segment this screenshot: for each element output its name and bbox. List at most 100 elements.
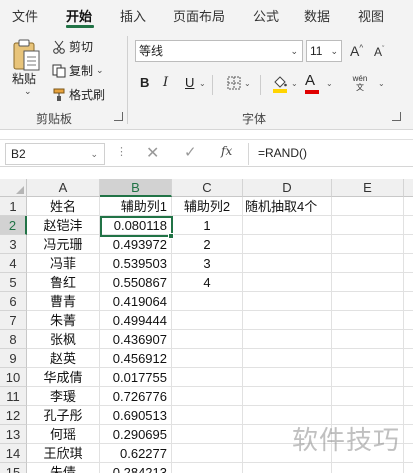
enter-icon[interactable]: ✓ <box>184 143 197 161</box>
cell-a-9[interactable]: 赵英 <box>27 349 100 368</box>
copy-dropdown-icon[interactable]: ⌄ <box>96 65 104 76</box>
cell-e-5[interactable] <box>332 273 404 292</box>
cell-b-10[interactable]: 0.017755 <box>100 368 172 387</box>
cell-c-12[interactable] <box>172 406 243 425</box>
cell-a-12[interactable]: 孔子彤 <box>27 406 100 425</box>
column-header-c[interactable]: C <box>172 179 243 197</box>
cell-b-4[interactable]: 0.539503 <box>100 254 172 273</box>
cell-c-6[interactable] <box>172 292 243 311</box>
cell-d-15[interactable] <box>243 463 332 473</box>
cell-b-3[interactable]: 0.493972 <box>100 235 172 254</box>
copy-button[interactable]: 复制 ⌄ <box>52 62 104 79</box>
cell-c-13[interactable] <box>172 425 243 444</box>
bold-button[interactable]: B <box>140 75 149 90</box>
cell-d-9[interactable] <box>243 349 332 368</box>
cell-a-8[interactable]: 张枫 <box>27 330 100 349</box>
borders-dropdown-icon[interactable]: ⌄ <box>244 79 251 88</box>
shrink-font-button[interactable]: Aˇ <box>374 45 384 59</box>
cell-c-14[interactable] <box>172 444 243 463</box>
cell-c-9[interactable] <box>172 349 243 368</box>
cell-d-3[interactable] <box>243 235 332 254</box>
cell-b-15[interactable]: 0.284213 <box>100 463 172 473</box>
cell-b-8[interactable]: 0.436907 <box>100 330 172 349</box>
cell-c-4[interactable]: 3 <box>172 254 243 273</box>
tab-insert[interactable]: 插入 <box>120 6 146 25</box>
row-header[interactable]: 14 <box>0 444 27 463</box>
cell-e-6[interactable] <box>332 292 404 311</box>
cell-b-1[interactable]: 辅助列1 <box>100 197 172 216</box>
row-header[interactable]: 4 <box>0 254 27 273</box>
row-header[interactable]: 11 <box>0 387 27 406</box>
cell-f-8[interactable] <box>404 330 413 349</box>
cell-f-6[interactable] <box>404 292 413 311</box>
underline-dropdown-icon[interactable]: ⌄ <box>199 79 206 88</box>
cell-d-5[interactable] <box>243 273 332 292</box>
tab-home[interactable]: 开始 <box>66 6 92 25</box>
cell-a-5[interactable]: 鲁红 <box>27 273 100 292</box>
clipboard-launcher-icon[interactable] <box>114 112 123 121</box>
cell-f-12[interactable] <box>404 406 413 425</box>
row-header[interactable]: 10 <box>0 368 27 387</box>
fill-color-dropdown-icon[interactable]: ⌄ <box>291 79 298 88</box>
cell-e-11[interactable] <box>332 387 404 406</box>
cell-d-1[interactable]: 随机抽取4个 <box>243 197 332 216</box>
row-header[interactable]: 12 <box>0 406 27 425</box>
italic-button[interactable]: I <box>163 75 168 90</box>
row-header[interactable]: 1 <box>0 197 27 216</box>
cell-b-6[interactable]: 0.419064 <box>100 292 172 311</box>
cell-a-1[interactable]: 姓名 <box>27 197 100 216</box>
borders-icon[interactable] <box>227 76 241 90</box>
cell-d-10[interactable] <box>243 368 332 387</box>
cell-c-10[interactable] <box>172 368 243 387</box>
cell-a-15[interactable]: 朱倩 <box>27 463 100 473</box>
cell-a-2[interactable]: 赵铠沣 <box>27 216 100 235</box>
font-color-dropdown-icon[interactable]: ⌄ <box>326 79 333 88</box>
cell-b-12[interactable]: 0.690513 <box>100 406 172 425</box>
formula-input[interactable]: =RAND() <box>258 146 307 160</box>
cell-a-6[interactable]: 曹青 <box>27 292 100 311</box>
row-header[interactable]: 5 <box>0 273 27 292</box>
fill-color-icon[interactable] <box>272 74 288 94</box>
tab-formulas[interactable]: 公式 <box>253 6 279 25</box>
cell-e-10[interactable] <box>332 368 404 387</box>
row-header[interactable]: 2 <box>0 216 27 235</box>
row-header[interactable]: 13 <box>0 425 27 444</box>
cell-c-5[interactable]: 4 <box>172 273 243 292</box>
tab-page-layout[interactable]: 页面布局 <box>173 6 225 25</box>
font-color-button[interactable]: A <box>305 73 319 94</box>
cell-f-3[interactable] <box>404 235 413 254</box>
cell-f-13[interactable] <box>404 425 413 444</box>
cell-f-10[interactable] <box>404 368 413 387</box>
column-header-d[interactable]: D <box>243 179 332 197</box>
row-header[interactable]: 15 <box>0 463 27 473</box>
cell-d-2[interactable] <box>243 216 332 235</box>
cell-e-2[interactable] <box>332 216 404 235</box>
cell-f-7[interactable] <box>404 311 413 330</box>
cell-c-3[interactable]: 2 <box>172 235 243 254</box>
name-box[interactable]: B2 ⌄ <box>5 143 105 165</box>
underline-button[interactable]: U <box>185 75 194 90</box>
cell-e-1[interactable] <box>332 197 404 216</box>
column-header-b[interactable]: B <box>100 179 172 197</box>
cell-e-8[interactable] <box>332 330 404 349</box>
row-header[interactable]: 8 <box>0 330 27 349</box>
cell-a-4[interactable]: 冯菲 <box>27 254 100 273</box>
column-header-e[interactable]: E <box>332 179 404 197</box>
row-header[interactable]: 6 <box>0 292 27 311</box>
cell-b-9[interactable]: 0.456912 <box>100 349 172 368</box>
cell-a-14[interactable]: 王欣琪 <box>27 444 100 463</box>
cell-e-3[interactable] <box>332 235 404 254</box>
column-header-f[interactable] <box>404 179 413 197</box>
cut-button[interactable]: 剪切 <box>52 38 93 55</box>
row-header[interactable]: 9 <box>0 349 27 368</box>
tab-data[interactable]: 数据 <box>304 6 330 25</box>
row-header[interactable]: 3 <box>0 235 27 254</box>
phonetic-dropdown-icon[interactable]: ⌄ <box>378 79 385 88</box>
cell-c-2[interactable]: 1 <box>172 216 243 235</box>
cell-c-1[interactable]: 辅助列2 <box>172 197 243 216</box>
column-header-a[interactable]: A <box>27 179 100 197</box>
cell-b-7[interactable]: 0.499444 <box>100 311 172 330</box>
cell-a-10[interactable]: 华成倩 <box>27 368 100 387</box>
cell-c-8[interactable] <box>172 330 243 349</box>
cell-d-6[interactable] <box>243 292 332 311</box>
